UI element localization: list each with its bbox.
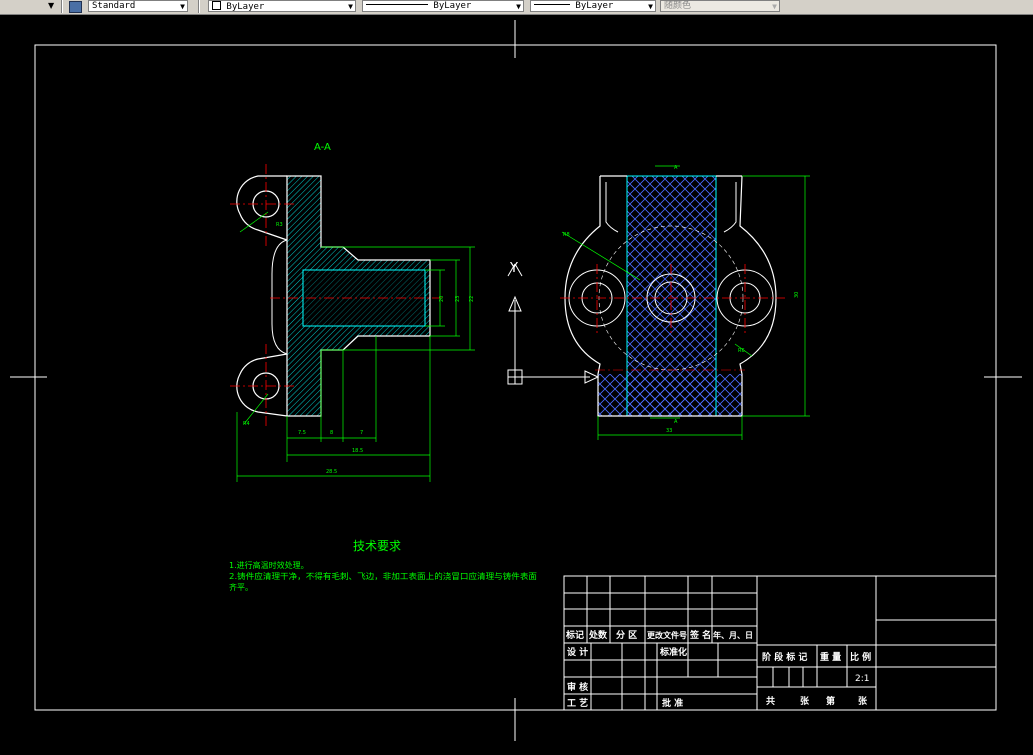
tb-standardize: 标准化 bbox=[659, 646, 687, 658]
drawing-canvas[interactable]: A-A 7.5 8 7 18.5 28.5 20 23 22 R3 R4 Y 3… bbox=[0, 14, 1033, 755]
tech-line: 2.铸件应清理干净，不得有毛刺、飞边，非加工表面上的浇冒口应清理与铸件表面 bbox=[229, 571, 537, 581]
color-select[interactable]: 随颜色 ▼ bbox=[660, 0, 780, 12]
dim-label: 22 bbox=[469, 296, 475, 302]
chevron-down-icon: ▼ bbox=[180, 2, 185, 11]
lineweight-select[interactable]: ByLayer ▼ bbox=[530, 0, 656, 12]
title-block bbox=[563, 575, 997, 711]
dim-label: 28.5 bbox=[326, 469, 337, 475]
dim-label: A bbox=[674, 165, 678, 171]
tb-scale-value: 2:1 bbox=[855, 674, 869, 684]
line-sample-icon bbox=[366, 4, 428, 5]
lineweight-value: ByLayer bbox=[575, 1, 614, 11]
tech-title: 技术要求 bbox=[353, 539, 401, 553]
dim-label: 20 bbox=[439, 296, 445, 302]
dim-label: 30 bbox=[794, 292, 800, 298]
dim-label: 7.5 bbox=[298, 430, 306, 436]
front-view-right: 30 33 R8 R6 A A bbox=[560, 165, 810, 440]
tb-header: 签 名 bbox=[689, 629, 711, 641]
tb-header: 处数 bbox=[588, 629, 608, 641]
dim-label: 8 bbox=[330, 430, 333, 436]
chevron-down-icon: ▼ bbox=[516, 2, 521, 11]
tech-line: 1.进行高温时效处理。 bbox=[229, 560, 309, 570]
dim-label: 23 bbox=[455, 296, 461, 302]
technical-requirements: 技术要求 1.进行高温时效处理。 2.铸件应清理干净，不得有毛刺、飞边，非加工表… bbox=[229, 539, 537, 592]
color-swatch-icon bbox=[212, 1, 221, 10]
toolbar-separator bbox=[61, 0, 63, 13]
color-value: 随颜色 bbox=[664, 1, 692, 11]
toolbar-separator bbox=[198, 0, 200, 13]
dropdown-arrow-icon[interactable]: ▼ bbox=[48, 0, 54, 11]
tb-header: 更改文件号 bbox=[647, 630, 687, 640]
properties-toolbar: ▼ Standard ▼ ByLayer ▼ ByLayer ▼ ByLayer… bbox=[0, 0, 1033, 15]
tb-header: 标记 bbox=[565, 629, 584, 641]
tb-weight: 重 量 bbox=[820, 651, 841, 663]
line-sample-icon bbox=[534, 4, 570, 5]
tb-approve: 批 准 bbox=[662, 697, 683, 709]
tb-stage-mark: 阶 段 标 记 bbox=[762, 651, 807, 663]
section-view-left: A-A 7.5 8 7 18.5 28.5 20 23 22 R3 R4 bbox=[230, 142, 475, 482]
text-style-select[interactable]: Standard ▼ bbox=[88, 0, 188, 12]
tb-header: 分 区 bbox=[616, 629, 637, 641]
tb-sheet-no: 第 bbox=[826, 695, 835, 707]
tb-process: 工 艺 bbox=[567, 697, 588, 709]
tb-design: 设 计 bbox=[567, 646, 588, 658]
section-label: A-A bbox=[314, 142, 331, 153]
tb-sheets-unit: 张 bbox=[800, 695, 810, 707]
tb-sheet-unit: 张 bbox=[858, 695, 868, 707]
text-style-value: Standard bbox=[92, 1, 136, 11]
text-style-icon[interactable] bbox=[69, 1, 82, 13]
layer-select[interactable]: ByLayer ▼ bbox=[208, 0, 356, 12]
dim-label: 33 bbox=[666, 428, 672, 434]
chevron-down-icon: ▼ bbox=[772, 2, 777, 11]
tb-sheets-total: 共 bbox=[766, 695, 775, 707]
tb-review: 审 核 bbox=[567, 681, 588, 693]
tb-scale: 比 例 bbox=[850, 651, 871, 663]
dim-label: R3 bbox=[276, 222, 283, 228]
chevron-down-icon: ▼ bbox=[648, 2, 653, 11]
dim-label: 7 bbox=[360, 430, 363, 436]
chevron-down-icon: ▼ bbox=[348, 2, 353, 11]
tech-line: 齐平。 bbox=[229, 582, 253, 592]
ucs-y-label: Y bbox=[509, 261, 518, 276]
dim-label: A bbox=[674, 419, 678, 425]
dim-label: R6 bbox=[738, 348, 745, 354]
dim-label: R8 bbox=[563, 232, 570, 238]
dim-label: R4 bbox=[243, 421, 250, 427]
linetype-select[interactable]: ByLayer ▼ bbox=[362, 0, 524, 12]
linetype-value: ByLayer bbox=[433, 1, 472, 11]
dim-label: 18.5 bbox=[352, 448, 363, 454]
layer-value: ByLayer bbox=[226, 2, 265, 12]
tb-header: 年、月、日 bbox=[713, 630, 753, 640]
